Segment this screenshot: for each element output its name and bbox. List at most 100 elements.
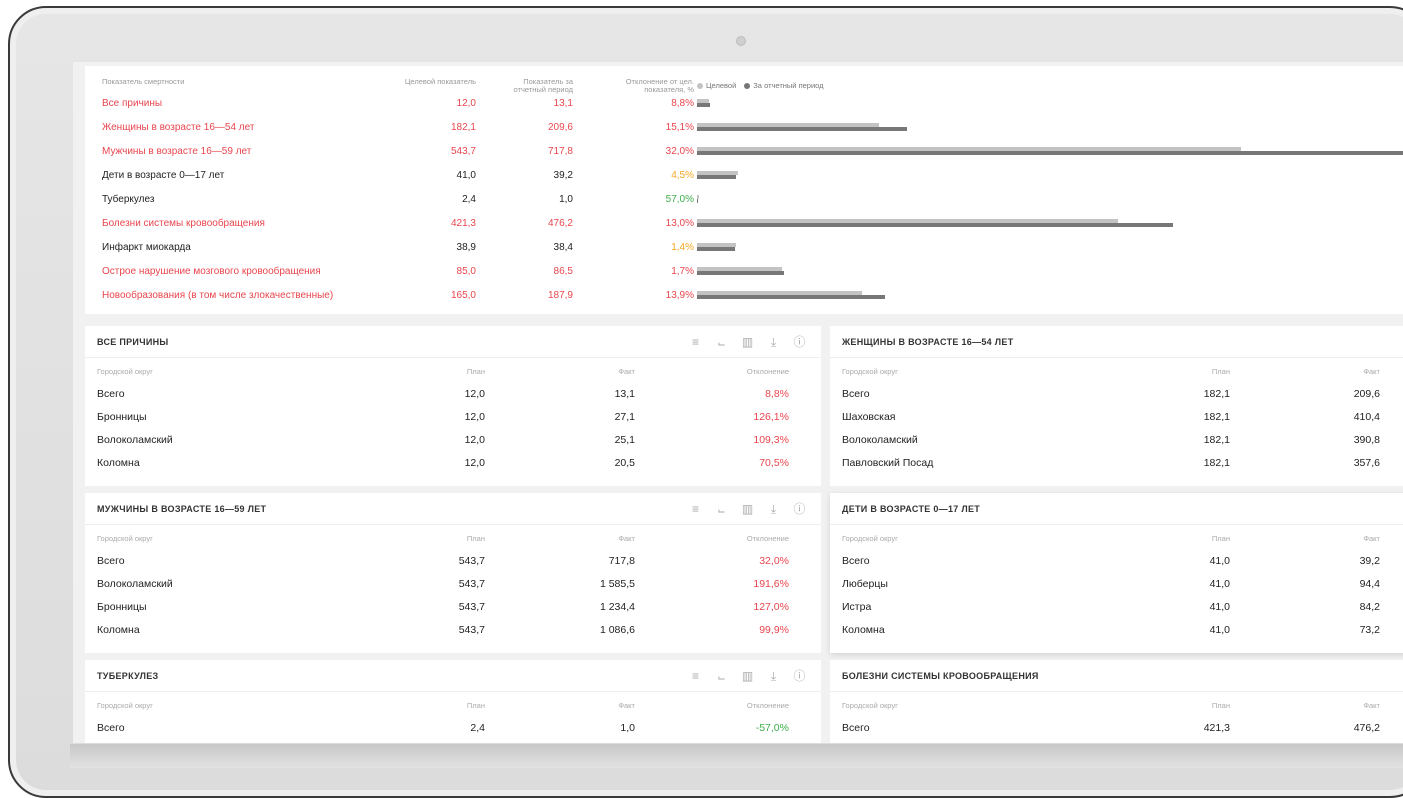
cell-plan: 182,1 [1203,388,1230,400]
info-icon[interactable]: ⓘ [792,335,807,349]
line-chart-icon[interactable]: ⨽ [714,502,729,516]
summary-row[interactable]: Туберкулез 2,4 1,0 57,0% [85,192,1403,216]
bar-chart-icon[interactable]: ≡ [688,502,703,516]
summary-cell-deviation: 32,0% [665,146,694,157]
table-row[interactable]: Коломна 12,0 20,5 70,5% [85,457,821,480]
summary-row[interactable]: Мужчины в возрасте 16—59 лет 543,7 717,8 32… [85,144,1403,168]
cell-fact: 20,5 [614,457,635,469]
cell-name: Бронницы [97,601,147,613]
col-header-fact: Факт [618,534,635,543]
card-tuberculosis: ТУБЕРКУЛЕЗ ≡ ⨽ ▥ ⤓ ⓘ Городской округ План Фа… [85,660,821,743]
col-header-plan: План [466,701,485,710]
cell-fact: 84,2 [1359,601,1380,613]
info-icon[interactable]: ⓘ [792,502,807,516]
summary-row[interactable]: Новообразования (в том числе злокачестве… [85,288,1403,312]
cell-fact: 1 585,5 [599,578,635,590]
card-toolbar: ≡ ⨽ ▥ ⤓ ⓘ [688,669,807,683]
line-chart-icon[interactable]: ⨽ [714,669,729,683]
cell-fact: 410,4 [1353,411,1380,423]
map-icon[interactable]: ▥ [740,335,755,349]
card-title: ЖЕНЩИНЫ В ВОЗРАСТЕ 16—54 ЛЕТ [842,337,1014,347]
card-toolbar: ≡ ⨽ ▥ ⤓ ⓘ [688,502,807,516]
summary-cell-target: 12,0 [456,98,476,109]
table-row[interactable]: Истра 41,0 84,2 [830,601,1403,624]
table-row[interactable]: Волоколамский 543,7 1 585,5 191,6% [85,578,821,601]
table-row[interactable]: Павловский Посад 182,1 357,6 [830,457,1403,480]
table-row[interactable]: Коломна 41,0 73,2 [830,624,1403,647]
summary-header-period: Показатель за отчетный период [513,77,574,94]
download-icon[interactable]: ⤓ [766,669,781,683]
summary-cell-period: 13,1 [553,98,573,109]
cell-plan: 41,0 [1209,555,1230,567]
summary-cell-name: Новообразования (в том числе злокачестве… [102,290,334,301]
cell-fact: 25,1 [614,434,635,446]
table-row[interactable]: Всего 2,4 1,0 -57,0% [85,722,821,743]
summary-row[interactable]: Все причины 12,0 13,1 8,8% [85,96,1403,120]
summary-cell-name: Острое нарушение мозгового кровообращени… [102,266,321,277]
cell-plan: 543,7 [458,601,485,613]
period-bar [697,271,784,275]
summary-cell-target: 2,4 [462,194,476,205]
table-row[interactable]: Волоколамский 12,0 25,1 109,3% [85,434,821,457]
cell-plan: 182,1 [1203,411,1230,423]
period-bar [697,247,736,251]
summary-cell-name: Все причины [102,98,163,109]
cell-fact: 390,8 [1353,434,1380,446]
col-header-fact: Факт [1363,367,1380,376]
summary-header-target: Целевой показатель [404,77,476,86]
summary-row[interactable]: Женщины в возрасте 16—54 лет 182,1 209,6 15… [85,120,1403,144]
summary-row[interactable]: Дети в возрасте 0—17 лет 41,0 39,2 4,5% [85,168,1403,192]
table-row[interactable]: Всего 41,0 39,2 [830,555,1403,578]
download-icon[interactable]: ⤓ [766,502,781,516]
table-row[interactable]: Бронницы 543,7 1 234,4 127,0% [85,601,821,624]
summary-row[interactable]: Острое нарушение мозгового кровообращени… [85,264,1403,288]
legend-period-label: За отчетный период [753,81,824,90]
map-icon[interactable]: ▥ [740,669,755,683]
table-row[interactable]: Всего 182,1 209,6 [830,388,1403,411]
table-row[interactable]: Шаховская 182,1 410,4 [830,411,1403,434]
summary-cell-name: Туберкулез [102,194,155,205]
col-header-name: Городской округ [842,701,898,710]
col-header-plan: План [466,367,485,376]
line-chart-icon[interactable]: ⨽ [714,335,729,349]
summary-row[interactable]: Болезни системы кровообращения 421,3 476,2… [85,216,1403,240]
cell-plan: 12,0 [464,388,485,400]
table-row[interactable]: Бронницы 12,0 27,1 126,1% [85,411,821,434]
col-header-deviation: Отклонение [746,701,789,710]
summary-cell-deviation: 8,8% [671,98,694,109]
bar-chart-icon[interactable]: ≡ [688,335,703,349]
summary-cell-deviation: 13,0% [665,218,694,229]
summary-cell-target: 543,7 [450,146,476,157]
card-circulatory: БОЛЕЗНИ СИСТЕМЫ КРОВООБРАЩЕНИЯ Городской… [830,660,1403,743]
cell-name: Истра [842,601,872,613]
cell-fact: 27,1 [614,411,635,423]
divider [830,357,1403,358]
map-icon[interactable]: ▥ [740,502,755,516]
cell-name: Коломна [97,457,140,469]
summary-row[interactable]: Инфаркт миокарда 38,9 38,4 1,4% [85,240,1403,264]
table-row[interactable]: Люберцы 41,0 94,4 [830,578,1403,601]
col-header-deviation: Отклонение [746,534,789,543]
table-row[interactable]: Коломна 543,7 1 086,6 99,9% [85,624,821,647]
card-title: ДЕТИ В ВОЗРАСТЕ 0—17 ЛЕТ [842,504,981,514]
cell-name: Всего [97,555,125,567]
cell-plan: 421,3 [1203,722,1230,734]
table-row[interactable]: Всего 421,3 476,2 [830,722,1403,743]
laptop-bezel [70,744,1403,768]
cell-name: Коломна [97,624,140,636]
cell-fact: 476,2 [1353,722,1380,734]
bar-chart-icon[interactable]: ≡ [688,669,703,683]
cell-plan: 543,7 [458,555,485,567]
period-bar [697,223,1174,227]
col-header-plan: План [1211,367,1230,376]
table-row[interactable]: Всего 543,7 717,8 32,0% [85,555,821,578]
col-header-plan: План [1211,534,1230,543]
info-icon[interactable]: ⓘ [792,669,807,683]
summary-cell-period: 476,2 [547,218,573,229]
summary-cell-deviation: 1,7% [671,266,694,277]
table-row[interactable]: Волоколамский 182,1 390,8 [830,434,1403,457]
download-icon[interactable]: ⤓ [766,335,781,349]
card-all-causes: ВСЕ ПРИЧИНЫ ≡ ⨽ ▥ ⤓ ⓘ Городской округ План Ф… [85,326,821,486]
table-row[interactable]: Всего 12,0 13,1 8,8% [85,388,821,411]
cell-plan: 12,0 [464,411,485,423]
